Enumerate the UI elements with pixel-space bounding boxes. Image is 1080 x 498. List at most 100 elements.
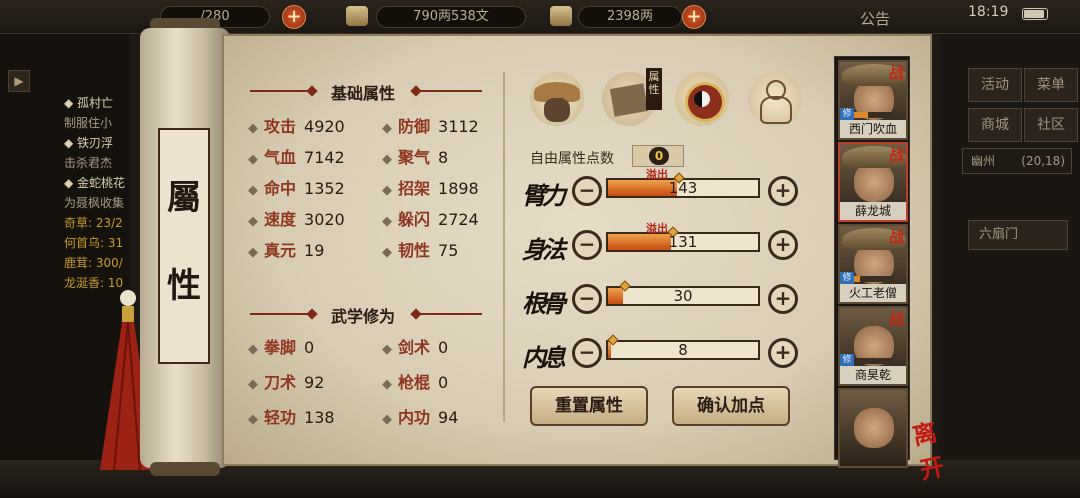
character-name: 火工老僧 bbox=[840, 284, 906, 302]
faction-button[interactable]: 六扇门 bbox=[968, 220, 1068, 250]
add-stamina-button[interactable]: + bbox=[282, 5, 306, 29]
stat-value: 8 bbox=[438, 148, 449, 167]
team-member-card[interactable]: 战修火工老僧 bbox=[838, 224, 908, 304]
attribute-bar: 131 bbox=[606, 226, 760, 252]
training-badge: 修 bbox=[840, 272, 854, 284]
tab-character[interactable] bbox=[530, 72, 584, 126]
stat-value: 0 bbox=[304, 338, 315, 357]
stat-row: ◆ 气血 7142 bbox=[248, 144, 345, 168]
location-name: 幽州 bbox=[971, 154, 996, 168]
scroll-title-plate: 屬 性 bbox=[158, 128, 210, 364]
stat-value: 2724 bbox=[438, 210, 479, 229]
diamond-icon: ◆ bbox=[382, 377, 392, 392]
quest-line[interactable]: 龙涎香: 10 bbox=[64, 274, 123, 291]
stat-value: 0 bbox=[438, 373, 449, 392]
reset-attributes-button[interactable]: 重置属性 bbox=[530, 386, 648, 426]
silver-icon bbox=[346, 6, 368, 26]
attribute-name: 身法 bbox=[522, 235, 566, 264]
quest-line[interactable]: 鹿茸: 300/ bbox=[64, 254, 123, 271]
attribute-value: 8 bbox=[678, 341, 688, 359]
quest-line[interactable]: 奇草: 23/2 bbox=[64, 214, 123, 231]
team-member-card[interactable]: 战薛龙城 bbox=[838, 142, 908, 222]
stat-label: 剑术 bbox=[398, 338, 431, 357]
diamond-icon: ◆ bbox=[382, 214, 392, 229]
stat-row: ◆ 轻功 138 bbox=[248, 404, 335, 428]
panel-divider bbox=[503, 72, 505, 422]
stat-value: 1898 bbox=[438, 179, 479, 198]
diamond-icon: ◆ bbox=[382, 183, 392, 198]
quest-line[interactable]: 制服住小 bbox=[64, 114, 112, 131]
increase-button[interactable]: + bbox=[768, 338, 798, 368]
stat-label: 轻功 bbox=[264, 408, 297, 427]
increase-button[interactable]: + bbox=[768, 176, 798, 206]
stat-label: 速度 bbox=[264, 210, 297, 229]
stat-value: 19 bbox=[304, 241, 325, 260]
activity-button[interactable]: 活动 bbox=[968, 68, 1022, 102]
increase-button[interactable]: + bbox=[768, 230, 798, 260]
team-member-card[interactable] bbox=[838, 388, 908, 468]
silver-value: 790两538文 bbox=[413, 9, 489, 24]
shop-button[interactable]: 商城 bbox=[968, 108, 1022, 142]
tab-bagua[interactable] bbox=[675, 72, 729, 126]
notice-button[interactable]: 公告 bbox=[860, 8, 890, 29]
quest-line[interactable]: 何首乌: 31 bbox=[64, 234, 123, 251]
free-points-value: 0 bbox=[649, 147, 669, 165]
battle-badge: 战 bbox=[888, 310, 904, 328]
stat-label: 聚气 bbox=[398, 148, 431, 167]
scroll-cap-bottom bbox=[150, 462, 220, 476]
stat-row: ◆ 枪棍 0 bbox=[382, 369, 448, 393]
attribute-name: 臂力 bbox=[522, 181, 566, 210]
quest-line[interactable]: 击杀君杰 bbox=[64, 154, 112, 171]
tab-meridians[interactable] bbox=[748, 72, 802, 126]
team-member-card[interactable]: 战修西门吹血 bbox=[838, 60, 908, 140]
character-portrait bbox=[854, 162, 894, 202]
quest-line[interactable]: 为聂枫收集 bbox=[64, 194, 124, 211]
add-gold-button[interactable]: + bbox=[682, 5, 706, 29]
stat-value: 138 bbox=[304, 408, 335, 427]
stat-value: 0 bbox=[438, 338, 449, 357]
attribute-value: 30 bbox=[673, 287, 693, 305]
decrease-button[interactable]: − bbox=[572, 230, 602, 260]
stat-label: 韧性 bbox=[398, 241, 431, 260]
confirm-points-button[interactable]: 确认加点 bbox=[672, 386, 790, 426]
stat-label: 刀术 bbox=[264, 373, 297, 392]
gold-display: 2398两 bbox=[578, 6, 682, 28]
menu-button[interactable]: 菜单 bbox=[1024, 68, 1078, 102]
gold-value: 2398两 bbox=[606, 9, 654, 24]
stat-row: ◆ 内功 94 bbox=[382, 404, 458, 428]
battle-badge: 战 bbox=[888, 146, 904, 164]
quest-line[interactable]: ◆ 铁刃浮 bbox=[64, 134, 113, 151]
quest-line[interactable]: ◆ 金蛇桃花 bbox=[64, 174, 125, 191]
diamond-icon: ◆ bbox=[248, 183, 258, 198]
expand-arrow-icon[interactable]: ▶ bbox=[8, 70, 30, 92]
basic-attributes-title: 基础属性 bbox=[330, 84, 395, 103]
attribute-bar: 30 bbox=[606, 280, 760, 306]
diamond-icon: ◆ bbox=[382, 152, 392, 167]
stat-row: ◆ 拳脚 0 bbox=[248, 334, 314, 358]
character-name: 薛龙城 bbox=[840, 202, 906, 220]
diamond-icon: ◆ bbox=[248, 342, 258, 357]
community-button[interactable]: 社区 bbox=[1024, 108, 1078, 142]
decrease-button[interactable]: − bbox=[572, 284, 602, 314]
training-progress-fill bbox=[854, 276, 860, 282]
attribute-bar: 143 bbox=[606, 172, 760, 198]
stat-row: ◆ 真元 19 bbox=[248, 237, 324, 261]
increase-button[interactable]: + bbox=[768, 284, 798, 314]
scroll-title-char: 屬 bbox=[167, 178, 201, 218]
stat-value: 4920 bbox=[304, 117, 345, 136]
diamond-icon: ◆ bbox=[382, 412, 392, 427]
stat-value: 7142 bbox=[304, 148, 345, 167]
quest-line[interactable]: ◆ 孤村亡 bbox=[64, 94, 113, 111]
stat-value: 3020 bbox=[304, 210, 345, 229]
diamond-icon: ◆ bbox=[382, 245, 392, 260]
attribute-name: 根骨 bbox=[522, 289, 566, 318]
stat-row: ◆ 招架 1898 bbox=[382, 175, 479, 199]
diamond-icon: ◆ bbox=[248, 412, 258, 427]
stat-row: ◆ 聚气 8 bbox=[382, 144, 448, 168]
decrease-button[interactable]: − bbox=[572, 338, 602, 368]
team-member-card[interactable]: 战修商昊乾 bbox=[838, 306, 908, 386]
title-deco-line bbox=[250, 90, 312, 92]
decrease-button[interactable]: − bbox=[572, 176, 602, 206]
stat-row: ◆ 攻击 4920 bbox=[248, 113, 345, 137]
training-badge: 修 bbox=[840, 108, 854, 120]
